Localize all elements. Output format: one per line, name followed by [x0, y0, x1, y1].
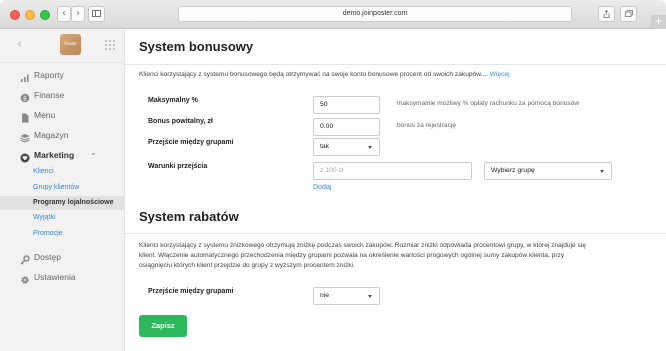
discount-description-line: klient. Włączenie automatycznego przecho…	[139, 252, 565, 259]
group-select-value: Wybierz grupę	[491, 167, 535, 174]
minimize-window-button[interactable]	[25, 10, 35, 20]
back-arrow-icon[interactable]: ‹	[57, 6, 71, 22]
caret-down-icon	[368, 295, 372, 298]
sidebar-item-label: Ustawienia	[34, 272, 76, 282]
sidebar-subitem-wyjatki[interactable]: Wyjątki	[0, 211, 124, 225]
discount-group-transition-label: Przejście między grupami	[148, 288, 234, 295]
welcome-bonus-hint: bonus za rejestrację	[397, 122, 457, 129]
main-content: System bonusowy Klienci korzystający z s…	[125, 29, 666, 351]
sidebar-item-dostep[interactable]: Dostęp	[0, 249, 124, 267]
sidebar-item-menu[interactable]: Menu	[0, 107, 124, 125]
bonus-description: Klienci korzystający z systemu bonusoweg…	[139, 70, 510, 80]
browser-toolbar: ‹ › demo.joinposter.com +	[0, 0, 666, 29]
max-percent-hint: maksymalnie możliwy % opłaty rachunku za…	[397, 100, 580, 107]
browser-window: ‹ › demo.joinposter.com + ‹ Poster Rapor…	[0, 0, 666, 351]
sidebar-item-label: Finanse	[34, 90, 65, 100]
forward-arrow-icon[interactable]: ›	[71, 6, 85, 22]
discount-group-transition-value: nie	[320, 292, 330, 299]
heart-icon	[20, 150, 30, 163]
share-icon[interactable]	[598, 6, 615, 22]
sidebar-toggle-icon[interactable]	[88, 6, 105, 22]
sidebar: ‹ Poster Raporty $ Finanse Menu Magazyn …	[0, 29, 125, 351]
new-tab-button[interactable]: +	[651, 15, 666, 29]
sidebar-subitem-programy-lojalnosciowe[interactable]: Programy lojalnościowe	[0, 196, 124, 210]
sidebar-item-label: Marketing	[34, 150, 75, 160]
max-percent-input[interactable]: 50	[313, 96, 380, 114]
group-select[interactable]: Wybierz grupę	[484, 162, 612, 180]
sidebar-item-finanse[interactable]: $ Finanse	[0, 87, 124, 105]
add-condition-link[interactable]: Dodaj	[313, 184, 331, 191]
file-icon	[20, 110, 30, 123]
address-bar[interactable]: demo.joinposter.com	[178, 6, 572, 22]
bonus-section-title: System bonusowy	[139, 39, 254, 54]
gear-icon	[20, 272, 30, 284]
discount-group-transition-select[interactable]: nie	[313, 287, 380, 305]
close-window-button[interactable]	[10, 10, 20, 20]
sidebar-item-ustawienia[interactable]: Ustawienia	[0, 269, 124, 287]
welcome-bonus-label: Bonus powitalny, zł	[148, 118, 213, 125]
sidebar-item-marketing[interactable]: Marketing ⌄	[0, 147, 124, 165]
sidebar-subitem-promocje[interactable]: Promocje	[0, 227, 124, 241]
sidebar-item-label: Magazyn	[34, 130, 69, 140]
discount-description-line: osiągnięciu których klient przejdzie do …	[139, 262, 355, 269]
bar-chart-icon	[20, 70, 30, 82]
zoom-window-button[interactable]	[40, 10, 50, 20]
conditions-amount-input[interactable]: z 100 zł	[313, 162, 472, 180]
sidebar-item-magazyn[interactable]: Magazyn	[0, 127, 124, 145]
logo: Poster	[60, 34, 81, 55]
caret-down-icon	[600, 170, 604, 173]
coin-icon: $	[20, 90, 30, 103]
sidebar-item-raporty[interactable]: Raporty	[0, 67, 124, 85]
divider	[125, 233, 666, 234]
save-button[interactable]: Zapisz	[139, 315, 187, 337]
bonus-description-text: Klienci korzystający z systemu bonusoweg…	[139, 71, 488, 78]
max-percent-label: Maksymalny %	[148, 97, 198, 104]
bonus-group-transition-label: Przejście między grupami	[148, 139, 234, 146]
sidebar-header: ‹ Poster	[0, 29, 124, 63]
stack-icon	[20, 130, 30, 143]
sidebar-subitem-grupy-klientow[interactable]: Grupy klientów	[0, 181, 124, 195]
svg-text:$: $	[23, 94, 27, 102]
bonus-group-transition-select[interactable]: tak	[313, 138, 380, 156]
sidebar-item-label: Menu	[34, 110, 56, 120]
key-icon	[20, 252, 30, 265]
divider	[125, 64, 666, 65]
bonus-group-transition-value: tak	[320, 143, 330, 150]
conditions-label: Warunki przejścia	[148, 163, 208, 170]
welcome-bonus-input[interactable]: 0.00	[313, 118, 380, 136]
sidebar-item-label: Dostęp	[34, 252, 61, 262]
chevron-down-icon: ⌄	[90, 148, 97, 157]
tabs-overview-icon[interactable]	[620, 6, 637, 22]
more-link[interactable]: Więcej	[490, 71, 510, 78]
apps-grid-icon[interactable]	[105, 40, 115, 50]
chevron-left-icon[interactable]: ‹	[17, 37, 22, 52]
discount-description-line: Klienci korzystający z systemu zniżkoweg…	[139, 242, 586, 249]
sidebar-item-label: Raporty	[34, 70, 64, 80]
sidebar-subitem-klienci[interactable]: Klienci	[0, 165, 124, 179]
caret-down-icon	[368, 146, 372, 149]
discount-section-title: System rabatów	[139, 209, 239, 224]
